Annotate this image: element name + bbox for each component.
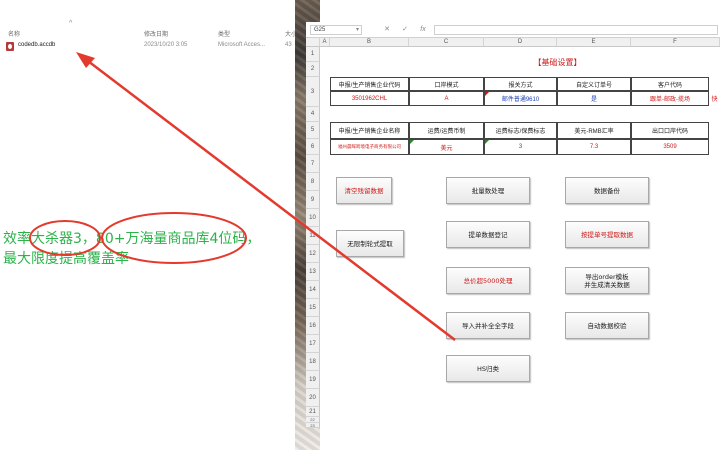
row-header[interactable]: 14: [306, 281, 320, 299]
value-export-port[interactable]: 3509: [631, 139, 709, 155]
header-custom-order[interactable]: 自定义订单号: [557, 77, 631, 91]
row-header[interactable]: 18: [306, 353, 320, 371]
file-modified: 2023/10/20 3:05: [144, 42, 188, 48]
value-declare-method[interactable]: 邮件普通9610: [484, 91, 557, 106]
header-export-port[interactable]: 出口口岸代码: [631, 122, 709, 139]
row-header[interactable]: 10: [306, 209, 320, 227]
formula-bar: G25 ✕ ✓ fx: [306, 22, 720, 38]
clear-residual-button[interactable]: 清空残留数据: [336, 177, 392, 204]
import-complete-button[interactable]: 导入并补全全字段: [446, 312, 530, 339]
row-header[interactable]: 8: [306, 173, 320, 191]
function-icon[interactable]: fx: [418, 25, 428, 35]
row-header[interactable]: 7: [306, 155, 320, 173]
row-header[interactable]: 21: [306, 407, 320, 417]
file-row[interactable]: codedb.accdb 2023/10/20 3:05 Microsoft A…: [0, 42, 295, 52]
row-header[interactable]: 19: [306, 371, 320, 389]
row-header[interactable]: 23: [306, 423, 320, 428]
fetch-by-bill-button[interactable]: 按提单号提取数据: [565, 221, 649, 248]
promo-line-1: 效率大杀器3，80+万海量商品库4位码，: [3, 231, 261, 247]
value-exchange-rate[interactable]: 7.3: [557, 139, 631, 155]
row-header[interactable]: 6: [306, 139, 320, 155]
column-header-f[interactable]: F: [631, 38, 720, 47]
row-header[interactable]: 4: [306, 107, 320, 122]
file-size: 43: [285, 42, 292, 48]
header-freight-flag[interactable]: 运费标志/保费标志: [484, 122, 557, 139]
value-freight-currency[interactable]: 美元: [409, 139, 484, 155]
value-port-mode[interactable]: A: [409, 91, 484, 106]
column-header-b[interactable]: B: [330, 38, 409, 47]
column-header-d[interactable]: D: [484, 38, 557, 47]
row-header[interactable]: 2: [306, 62, 320, 77]
column-size-header[interactable]: 大小: [285, 29, 295, 38]
row-header[interactable]: 5: [306, 122, 320, 139]
formula-input[interactable]: [434, 25, 718, 35]
cancel-icon[interactable]: ✕: [382, 25, 392, 35]
value-freight-flag[interactable]: 3: [484, 139, 557, 155]
export-order-button[interactable]: 导出order模板 并生成清关数据: [565, 267, 649, 294]
header-exchange-rate[interactable]: 美元-RMB汇率: [557, 122, 631, 139]
explorer-column-headers: 名称 修改日期 类型 大小: [0, 26, 295, 40]
row-header[interactable]: 1: [306, 47, 320, 62]
row-header[interactable]: 20: [306, 389, 320, 407]
access-file-icon: [6, 42, 14, 51]
auto-check-button[interactable]: 自动数据校验: [565, 312, 649, 339]
file-name: codedb.accdb: [18, 42, 56, 48]
bill-register-button[interactable]: 提单数据登记: [446, 221, 530, 248]
row-header[interactable]: 16: [306, 317, 320, 335]
data-backup-button[interactable]: 数据备份: [565, 177, 649, 204]
batch-process-button[interactable]: 批量数处理: [446, 177, 530, 204]
confirm-icon[interactable]: ✓: [400, 25, 410, 35]
row-header[interactable]: 17: [306, 335, 320, 353]
column-header-e[interactable]: E: [557, 38, 631, 47]
row-header[interactable]: 11: [306, 227, 320, 245]
file-type: Microsoft Acces...: [218, 42, 266, 48]
value-custom-order[interactable]: 是: [557, 91, 631, 106]
promo-line-2: 最大限度提高覆盖率: [3, 251, 129, 267]
row-header[interactable]: 15: [306, 299, 320, 317]
value-enterprise-code[interactable]: 3501962CHL: [330, 91, 409, 106]
column-header-c[interactable]: C: [409, 38, 484, 47]
row-header[interactable]: 9: [306, 191, 320, 209]
hs-classify-button[interactable]: HS归类: [446, 355, 530, 382]
value-customer-code[interactable]: 跟单-邮政-揽场: [631, 91, 709, 106]
column-modified-header[interactable]: 修改日期: [144, 29, 168, 38]
row-header[interactable]: 3: [306, 77, 320, 107]
row-header[interactable]: 13: [306, 263, 320, 281]
value-enterprise-name[interactable]: 福州晨晖跨境电子商务有限公司: [330, 139, 409, 155]
name-box[interactable]: G25: [310, 25, 362, 35]
header-enterprise-name[interactable]: 申报/生产销售企业名称: [330, 122, 409, 139]
header-enterprise-code[interactable]: 申报/生产销售企业代码: [330, 77, 409, 91]
header-customer-code[interactable]: 客户代码: [631, 77, 709, 91]
unlimited-extract-button[interactable]: 无限制轮式提取: [336, 230, 404, 257]
header-port-mode[interactable]: 口岸模式: [409, 77, 484, 91]
file-explorer: ^ 名称 修改日期 类型 大小 codedb.accdb 2023/10/20 …: [0, 0, 295, 450]
header-freight-currency[interactable]: 运费/运费币制: [409, 122, 484, 139]
sheet-title: 【基础设置】: [533, 57, 582, 67]
column-type-header[interactable]: 类型: [218, 29, 230, 38]
value-overflow[interactable]: 快: [709, 91, 720, 106]
column-name-header[interactable]: 名称: [8, 29, 20, 38]
over-5000-button[interactable]: 总价超5000处理: [446, 267, 530, 294]
column-header-a[interactable]: A: [320, 38, 330, 47]
select-all-corner[interactable]: [306, 38, 320, 47]
header-declare-method[interactable]: 报关方式: [484, 77, 557, 91]
row-header[interactable]: 12: [306, 245, 320, 263]
